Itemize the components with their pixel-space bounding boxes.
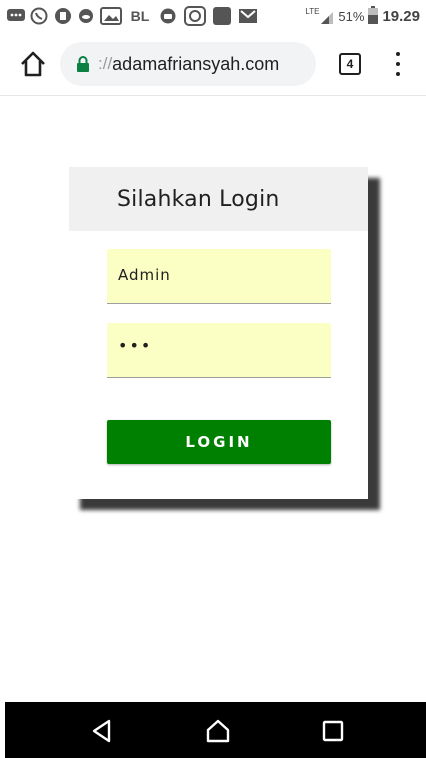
url-scheme: ://: [98, 54, 113, 73]
login-card: Silahkan Login Admin ••• LOGIN: [69, 167, 368, 499]
app-icon: [54, 8, 72, 24]
square-icon: [212, 7, 232, 25]
navigation-bar: [5, 702, 426, 758]
recents-icon[interactable]: [320, 718, 346, 744]
message-icon: [6, 8, 26, 24]
bl-icon: BL: [130, 8, 150, 24]
home-icon[interactable]: [18, 50, 48, 78]
tab-switcher-button[interactable]: 4: [339, 53, 361, 75]
network-label: LTE: [305, 7, 320, 16]
url-text: adamafriansyah.com: [112, 53, 280, 74]
lock-icon: [76, 55, 90, 73]
back-icon[interactable]: [89, 718, 115, 744]
login-title: Silahkan Login: [117, 187, 280, 212]
url-bar[interactable]: :// adamafriansyah.com: [60, 42, 316, 86]
battery-icon: [368, 5, 379, 27]
status-bar: BL LTE 51% 19.29: [0, 0, 426, 32]
face-icon: [184, 6, 206, 26]
home-nav-icon[interactable]: [205, 718, 231, 744]
card-header: Silahkan Login: [69, 167, 368, 231]
lte-signal-icon: LTE: [305, 7, 334, 25]
username-input[interactable]: Admin: [107, 249, 331, 304]
gmail-icon: [238, 8, 258, 24]
login-button[interactable]: LOGIN: [107, 420, 331, 464]
camera-icon: [160, 8, 176, 24]
gallery-icon: [100, 7, 122, 25]
more-vert-icon[interactable]: [392, 52, 404, 76]
password-input[interactable]: •••: [107, 323, 331, 378]
cloud-icon: [78, 8, 94, 24]
clock: 19.29: [382, 7, 420, 25]
status-right: LTE 51% 19.29: [305, 5, 420, 27]
browser-toolbar: :// adamafriansyah.com 4: [0, 32, 426, 96]
whatsapp-icon: [30, 7, 48, 25]
battery-percent: 51%: [338, 8, 365, 24]
